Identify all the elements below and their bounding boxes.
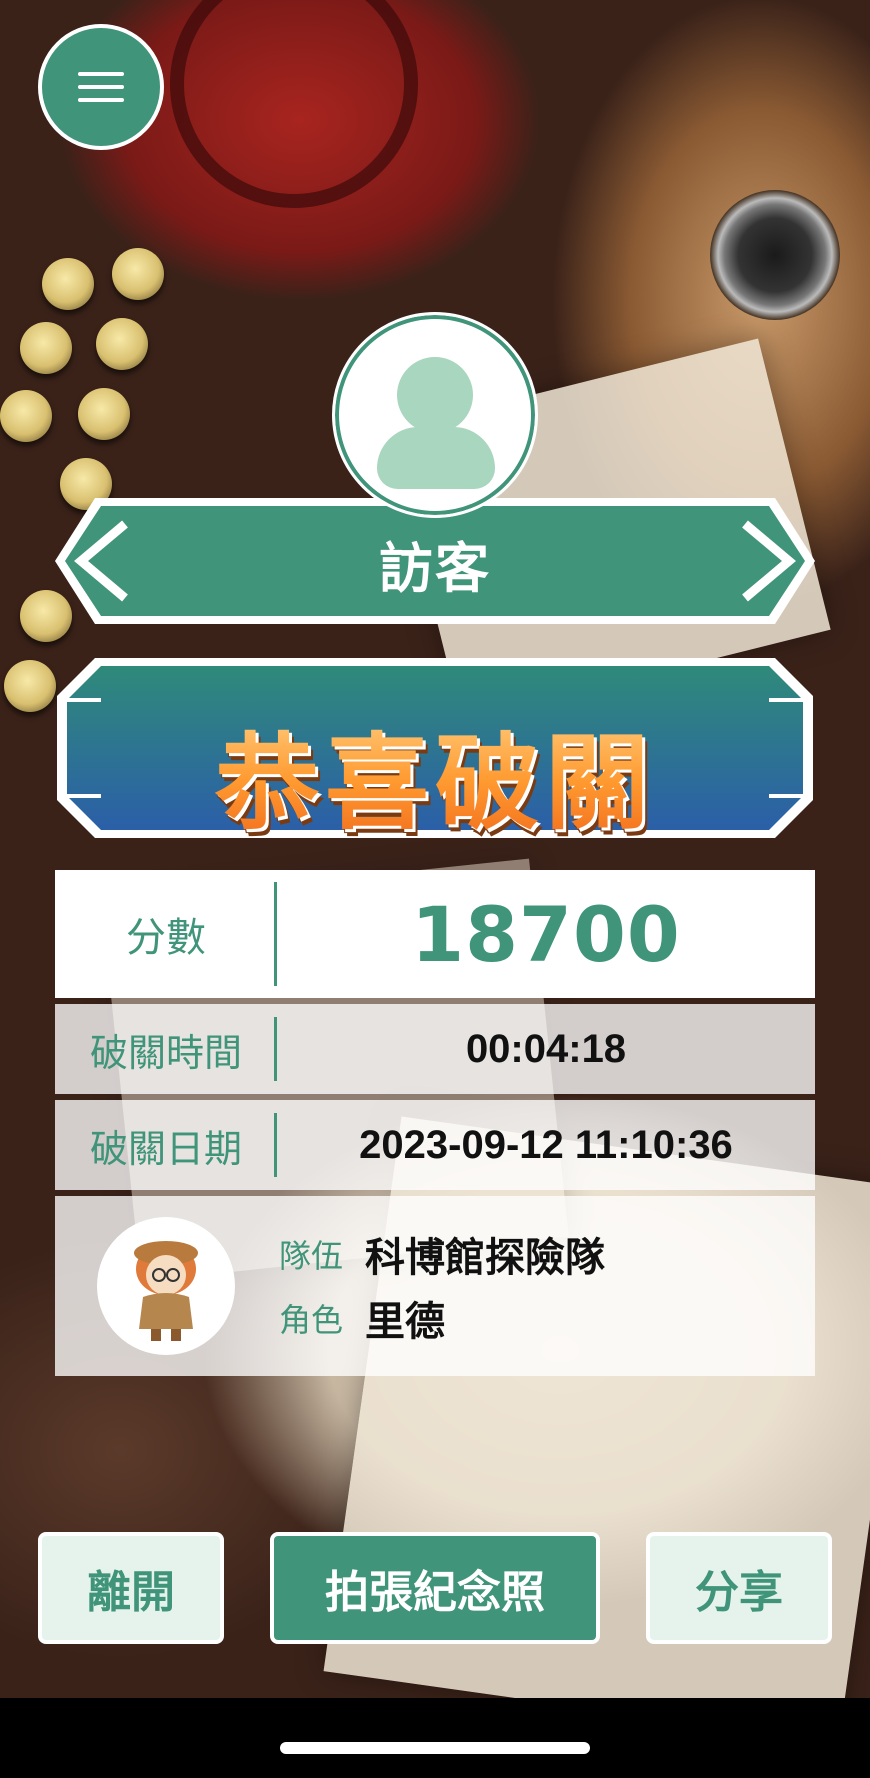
role-value: 里德 [365,1299,445,1345]
result-table: 分數 18700 破關時間 00:04:18 破關日期 2023-09-12 1… [55,870,815,1376]
user-avatar-icon [332,312,538,518]
detective-character-icon [97,1217,235,1355]
background-typewriter-key [4,660,56,712]
background-collage [0,0,870,1698]
leave-button[interactable]: 離開 [38,1532,224,1644]
system-home-bar [0,1698,870,1778]
clear-date-label: 破關日期 [55,1118,277,1173]
congrats-title: 恭喜破關 [55,698,815,849]
hamburger-icon [78,63,124,111]
background-typewriter-key [0,390,52,442]
team-label: 隊伍 [279,1237,344,1275]
background-camera-lens [710,190,840,320]
share-button[interactable]: 分享 [646,1532,832,1644]
home-indicator[interactable] [280,1742,590,1754]
clear-time-row: 破關時間 00:04:18 [55,1004,815,1094]
background-typewriter-key [42,258,94,310]
score-row: 分數 18700 [55,870,815,998]
clear-date-value: 2023-09-12 11:10:36 [359,1122,733,1167]
clear-date-row: 破關日期 2023-09-12 11:10:36 [55,1100,815,1190]
clear-time-label: 破關時間 [55,1022,277,1077]
background-typewriter-key [78,388,130,440]
background-typewriter-key [20,322,72,374]
role-label: 角色 [279,1301,344,1339]
background-typewriter-key [112,248,164,300]
team-value: 科博館探險隊 [365,1235,605,1281]
score-label: 分數 [55,905,277,963]
background-typewriter-key [96,318,148,370]
menu-button[interactable] [38,24,164,150]
congrats-banner: 恭喜破關 [55,656,815,844]
clear-time-value: 00:04:18 [465,1026,627,1071]
background-decoration [170,0,418,208]
score-value: 18700 [411,889,681,979]
team-info-row: 隊伍 科博館探險隊 角色 里德 [55,1196,815,1376]
take-photo-button[interactable]: 拍張紀念照 [270,1532,600,1644]
profile-name: 訪客 [379,537,491,600]
